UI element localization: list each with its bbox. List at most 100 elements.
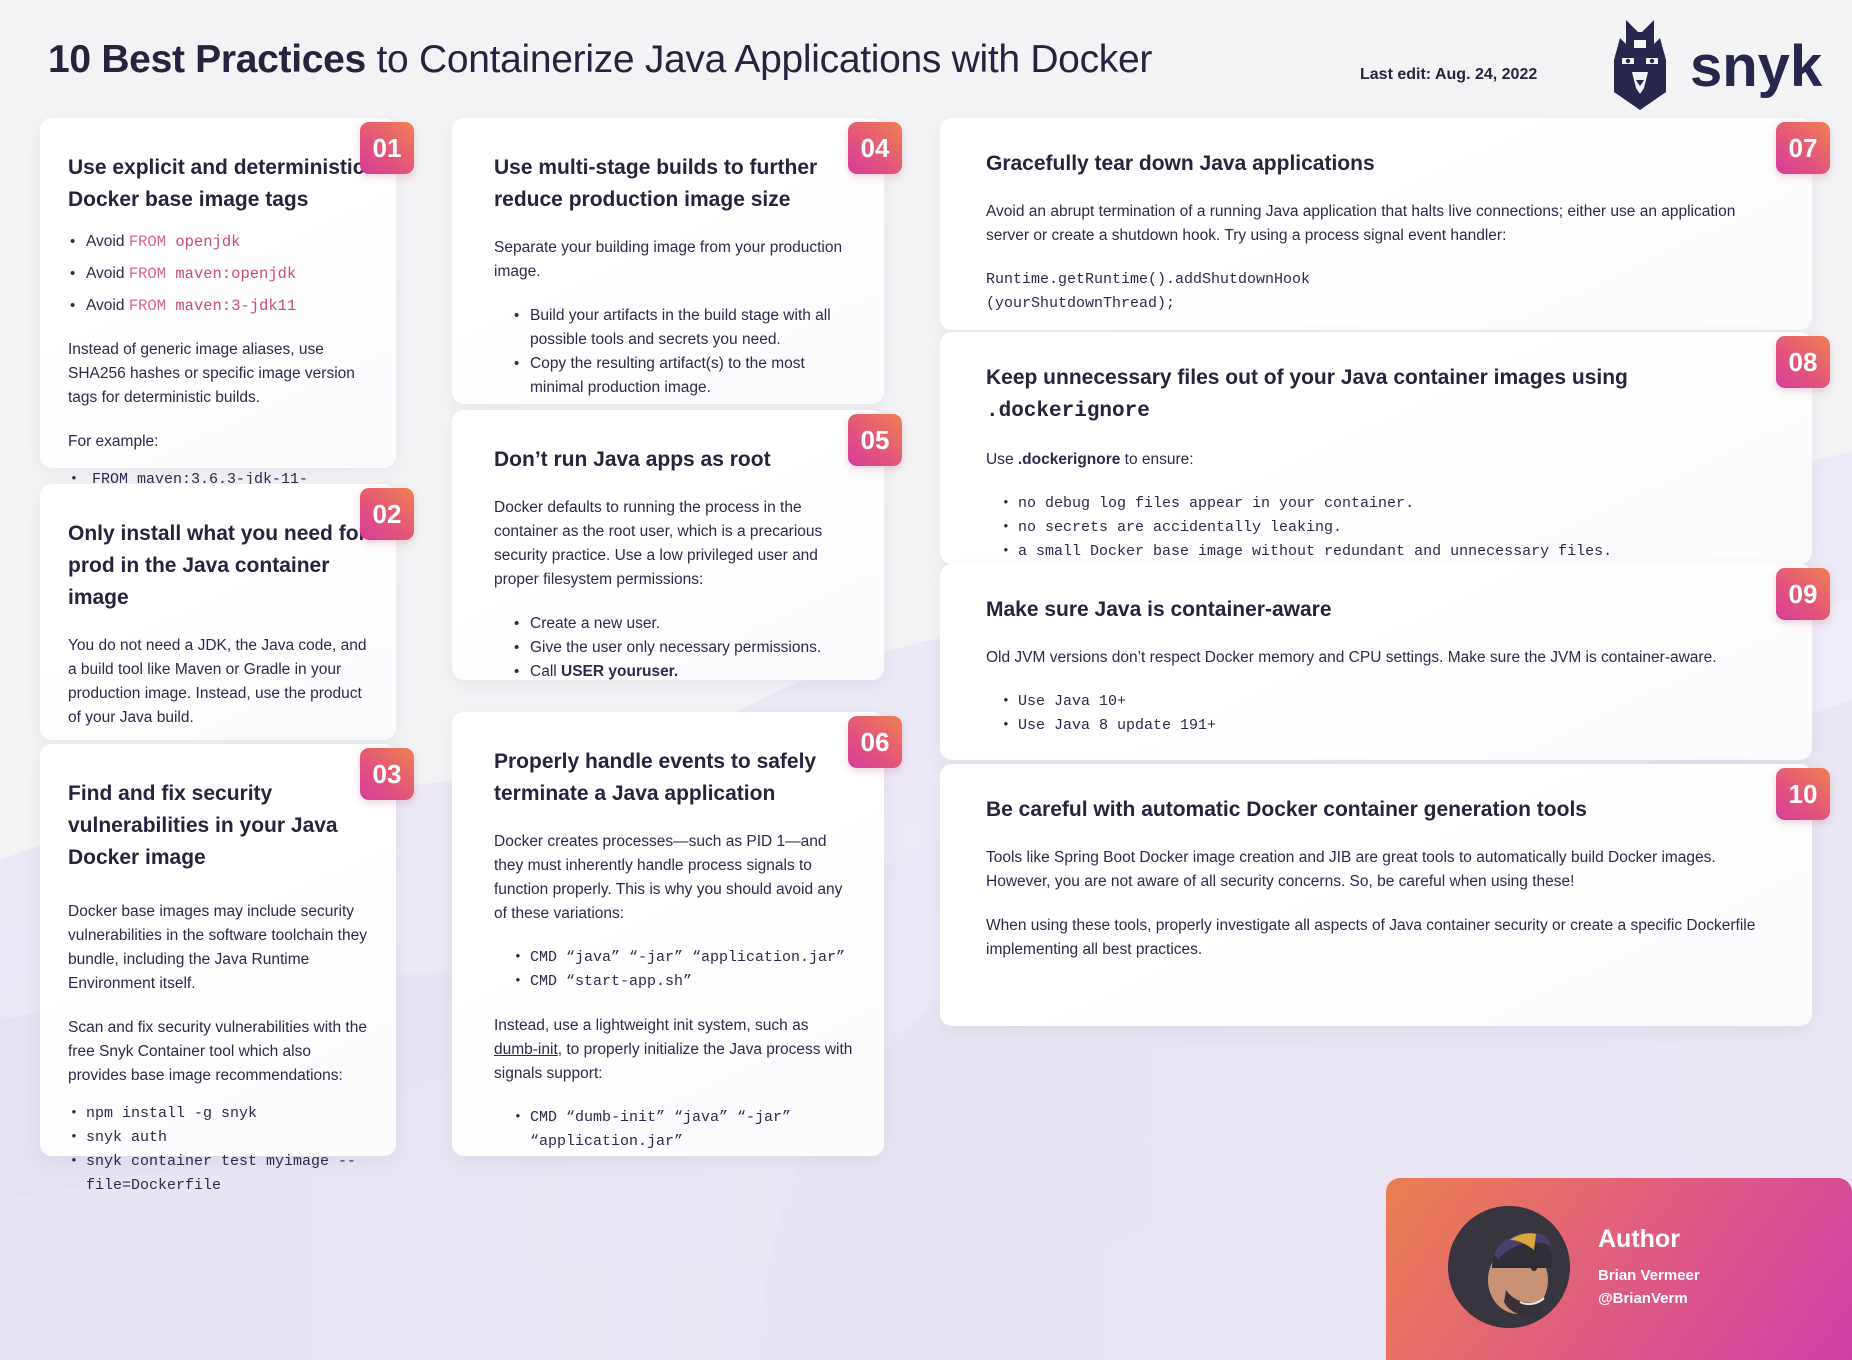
card-10-paragraph-2: When using these tools, properly investi… (986, 917, 1756, 958)
from-keyword: FROM (128, 297, 167, 315)
list-item: snyk auth (68, 1125, 368, 1150)
card-02-badge: 02 (360, 488, 414, 540)
author-title: Author (1598, 1225, 1680, 1253)
list-item: no debug log files appear in your contai… (1000, 491, 1776, 516)
list-item: CMD “start-app.sh” (512, 969, 854, 994)
to-ensure-label: to ensure: (1120, 451, 1194, 468)
card-04-heading: Use multi-stage builds to further reduce… (494, 156, 818, 211)
image-tag-value: maven:openjdk (175, 265, 297, 283)
card-08-heading-text: Keep unnecessary files out of your Java … (986, 366, 1628, 389)
list-item: Build your artifacts in the build stage … (512, 304, 854, 352)
card-09-heading: Make sure Java is container-aware (986, 598, 1332, 621)
author-handle: @BrianVerm (1598, 1290, 1688, 1307)
author-card: Author Brian Vermeer @BrianVerm (1386, 1178, 1852, 1360)
card-06-good-code-list: CMD “dumb-init” “java” “-jar” “applicati… (494, 1105, 854, 1154)
card-04-list: Build your artifacts in the build stage … (494, 304, 854, 400)
card-09-badge: 09 (1776, 568, 1830, 620)
card-05-badge: 05 (848, 414, 902, 466)
card-03[interactable]: 03 Find and fix security vulnerabilities… (40, 744, 414, 1194)
instead-text-a: Instead, use a lightweight init system, … (494, 1017, 809, 1034)
card-03-badge: 03 (360, 748, 414, 800)
list-item: Give the user only necessary permissions… (512, 636, 854, 660)
card-08-code-list: no debug log files appear in your contai… (986, 491, 1776, 564)
card-03-code-list: npm install -g snyk snyk auth snyk conta… (68, 1101, 368, 1198)
card-01-heading: Use explicit and deterministic Docker ba… (68, 156, 365, 211)
card-10-paragraph-1: Tools like Spring Boot Docker image crea… (986, 849, 1716, 890)
list-item: CMD “dumb-init” “java” “-jar” “applicati… (512, 1105, 854, 1154)
from-keyword: FROM (128, 233, 167, 251)
page-title-rest: to Containerize Java Applications with D… (365, 38, 1153, 81)
user-directive: USER youruser. (561, 663, 679, 680)
dockerignore-bold: .dockerignore (1017, 451, 1121, 468)
card-08-heading: Keep unnecessary files out of your Java … (986, 362, 1776, 428)
list-item: Copy the resulting artifact(s) to the mo… (512, 352, 854, 400)
card-03-paragraph-2: Scan and fix security vulnerabilities wi… (68, 1019, 367, 1084)
list-item: Use Java 10+ (1000, 689, 1776, 714)
list-item: Create a new user. (512, 612, 854, 636)
card-03-paragraph-1: Docker base images may include security … (68, 903, 367, 992)
card-05-list: Create a new user. Give the user only ne… (494, 612, 854, 684)
author-info: Author Brian Vermeer @BrianVerm (1598, 1222, 1700, 1310)
card-03-heading: Find and fix security vulnerabilities in… (68, 782, 338, 869)
card-08-paragraph: Use .dockerignore to ensure: (986, 448, 1776, 472)
card-05-paragraph-1: Docker defaults to running the process i… (494, 499, 823, 588)
card-01[interactable]: 01 Use explicit and deterministic Docker… (40, 118, 414, 512)
list-item: Avoid FROM openjdk (68, 230, 368, 254)
from-keyword: FROM (128, 265, 167, 283)
list-item: Call USER youruser. (512, 660, 854, 684)
dockerignore-mono: .dockerignore (986, 400, 1150, 423)
avoid-label: Avoid (86, 265, 129, 282)
snyk-dog-icon (1614, 20, 1666, 110)
author-name: Brian Vermeer (1598, 1267, 1700, 1284)
use-label: Use (986, 451, 1018, 468)
list-item: npm install -g snyk (68, 1101, 368, 1126)
card-06-paragraph-2: Instead, use a lightweight init system, … (494, 1014, 854, 1086)
card-04[interactable]: 04 Use multi-stage builds to further red… (452, 118, 902, 404)
card-10-badge: 10 (1776, 768, 1830, 820)
card-01-paragraph-2: For example: (68, 433, 159, 450)
card-07[interactable]: 07 Gracefully tear down Java application… (940, 118, 1830, 330)
snyk-logo: snyk (1592, 14, 1824, 112)
card-10[interactable]: 10 Be careful with automatic Docker cont… (940, 764, 1830, 1026)
list-item: Avoid FROM maven:3-jdk11 (68, 294, 368, 318)
image-tag-value: maven:3-jdk11 (175, 297, 297, 315)
card-01-paragraph-1: Instead of generic image aliases, use SH… (68, 341, 355, 406)
image-tag (166, 233, 175, 251)
card-09[interactable]: 09 Make sure Java is container-aware Old… (940, 564, 1830, 760)
call-label: Call (530, 663, 562, 680)
card-06-bad-code-list: CMD “java” “-jar” “application.jar” CMD … (494, 945, 854, 994)
card-04-paragraph-1: Separate your building image from your p… (494, 239, 843, 280)
page-title-strong: 10 Best Practices (48, 38, 366, 81)
dumb-init-link[interactable]: dumb-init (494, 1041, 558, 1058)
author-avatar-photo (1448, 1206, 1570, 1328)
last-edit-label: Last edit: Aug. 24, 2022 (1360, 66, 1538, 83)
card-06[interactable]: 06 Properly handle events to safely term… (452, 712, 902, 1156)
avoid-label: Avoid (86, 233, 129, 250)
list-item: snyk container test myimage --file=Docke… (68, 1149, 368, 1198)
list-item: Use Java 8 update 191+ (1000, 713, 1776, 738)
card-06-heading: Properly handle events to safely termina… (494, 750, 817, 805)
card-07-paragraph-1: Avoid an abrupt termination of a running… (986, 203, 1736, 244)
list-item: a small Docker base image without redund… (1000, 539, 1776, 564)
list-item: no secrets are accidentally leaking. (1000, 515, 1776, 540)
card-02-heading: Only install what you need for prod in t… (68, 522, 367, 609)
author-avatar (1448, 1206, 1570, 1328)
list-item: CMD “java” “-jar” “application.jar” (512, 945, 854, 970)
card-02-paragraph-1: You do not need a JDK, the Java code, an… (68, 637, 367, 726)
card-02[interactable]: 02 Only install what you need for prod i… (40, 484, 414, 798)
card-06-paragraph-1: Docker creates processes—such as PID 1—a… (494, 833, 843, 922)
card-05-heading: Don’t run Java apps as root (494, 448, 771, 471)
card-09-paragraph-1: Old JVM versions don’t respect Docker me… (986, 649, 1717, 666)
card-10-heading: Be careful with automatic Docker contain… (986, 798, 1587, 821)
card-06-badge: 06 (848, 716, 902, 768)
card-01-avoid-list: Avoid FROM openjdk Avoid FROM maven:open… (68, 230, 368, 318)
card-05[interactable]: 05 Don’t run Java apps as root Docker de… (452, 410, 902, 684)
card-09-code-list: Use Java 10+ Use Java 8 update 191+ (986, 689, 1776, 738)
card-07-code-block: Runtime.getRuntime().addShutdownHook (yo… (986, 271, 1311, 312)
page-header: 10 Best Practices to Containerize Java A… (0, 0, 1852, 130)
image-tag-value: openjdk (175, 233, 241, 251)
page-title: 10 Best Practices to Containerize Java A… (48, 36, 1152, 84)
snyk-wordmark: snyk (1690, 34, 1823, 99)
card-08[interactable]: 08 Keep unnecessary files out of your Ja… (940, 332, 1830, 564)
card-08-badge: 08 (1776, 336, 1830, 388)
